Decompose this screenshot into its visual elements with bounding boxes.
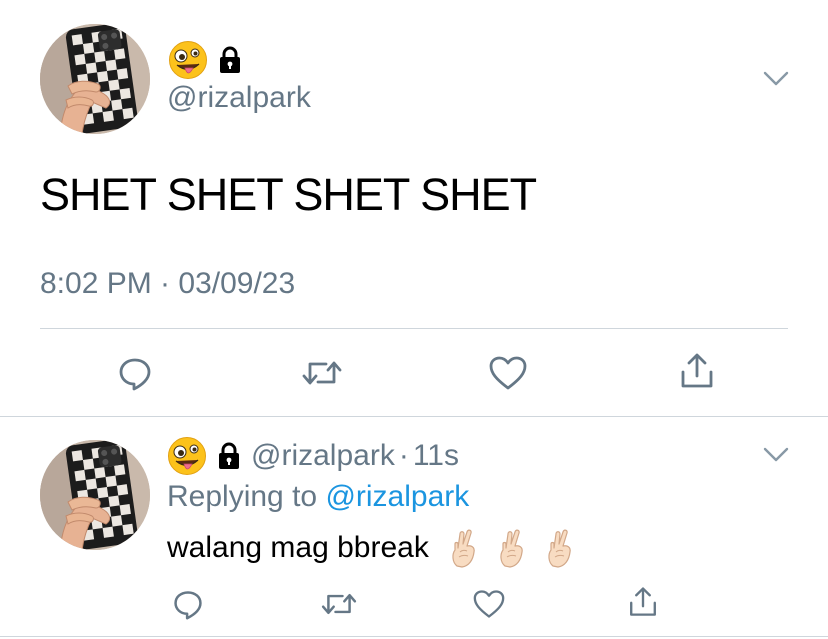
- crossed-fingers-icon: [545, 528, 575, 568]
- share-icon: [630, 587, 656, 616]
- zany-face-icon: [167, 436, 207, 476]
- replying-to: Replying to @rizalpark: [167, 478, 469, 516]
- reply-body: walang mag bbreak: [167, 528, 575, 568]
- chevron-down-icon[interactable]: [763, 70, 789, 88]
- share-icon: [681, 353, 713, 388]
- retweet-button[interactable]: [297, 350, 347, 396]
- reply-icon: [119, 358, 151, 391]
- lock-icon: [217, 442, 241, 470]
- reply-header: @rizalpark · 11s: [167, 436, 459, 476]
- like-button[interactable]: [485, 350, 531, 396]
- author-name[interactable]: [168, 40, 242, 80]
- reply-like-button[interactable]: [469, 584, 509, 624]
- chevron-down-icon[interactable]: [763, 446, 789, 464]
- bottom-separator: [0, 636, 828, 637]
- reply-age[interactable]: 11s: [413, 437, 459, 475]
- heart-icon: [489, 356, 527, 390]
- replying-prefix: Replying to: [167, 480, 318, 513]
- tweet-timestamp[interactable]: 8:02 PM · 03/09/23: [40, 266, 295, 302]
- reply-meta: @rizalpark · 11s: [251, 437, 459, 475]
- emoji-group: [449, 528, 575, 568]
- reply-text: walang mag bbreak: [167, 531, 429, 564]
- avatar-image: [40, 440, 150, 550]
- author-handle[interactable]: @rizalpark: [167, 80, 311, 116]
- lock-icon: [218, 46, 242, 74]
- reply-retweet-button[interactable]: [317, 584, 361, 624]
- reply-author-handle[interactable]: @rizalpark: [251, 437, 395, 475]
- meta-separator: ·: [398, 439, 409, 472]
- reply-icon: [174, 591, 202, 620]
- zany-face-icon: [168, 40, 208, 80]
- avatar-image: [40, 24, 150, 134]
- replying-to-mention[interactable]: @rizalpark: [325, 480, 469, 513]
- divider: [40, 328, 788, 329]
- tweet-text: SHET SHET SHET SHET: [40, 169, 537, 220]
- heart-icon: [473, 590, 505, 618]
- retweet-icon: [321, 593, 357, 615]
- retweet-icon: [302, 361, 342, 385]
- reply-reply-button[interactable]: [168, 584, 208, 624]
- share-button[interactable]: [674, 348, 720, 394]
- tweet-separator: [0, 416, 828, 417]
- crossed-fingers-icon: [449, 528, 479, 568]
- reply-share-button[interactable]: [623, 582, 663, 622]
- reply-author-avatar[interactable]: [40, 440, 150, 550]
- reply-button[interactable]: [112, 350, 158, 396]
- crossed-fingers-icon: [497, 528, 527, 568]
- author-avatar[interactable]: [40, 24, 150, 134]
